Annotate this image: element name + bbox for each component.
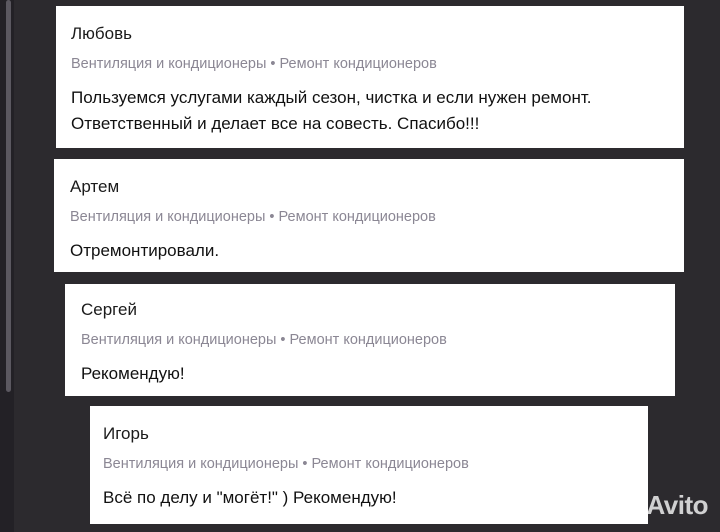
review-category: Вентиляция и кондиционеры • Ремонт конди… (103, 456, 469, 472)
review-author: Артем (70, 177, 120, 196)
review-card: Игорь Вентиляция и кондиционеры • Ремонт… (90, 406, 648, 524)
review-category: Вентиляция и кондиционеры • Ремонт конди… (70, 209, 436, 225)
review-text: Пользуемся услугами каждый сезон, чистка… (71, 85, 670, 137)
review-text-line: Всё по делу и "могёт!" ) Рекомендую! (103, 488, 397, 507)
review-text: Всё по делу и "могёт!" ) Рекомендую! (103, 485, 634, 511)
review-text-line: Отремонтировали. (70, 241, 220, 260)
review-author: Игорь (103, 424, 149, 443)
review-card: Артем Вентиляция и кондиционеры • Ремонт… (54, 159, 684, 272)
avito-logo-icon (606, 488, 641, 522)
left-panel-strip (0, 0, 14, 532)
review-text-line: Пользуемся услугами каждый сезон, чистка… (71, 88, 592, 107)
review-category: Вентиляция и кондиционеры • Ремонт конди… (81, 332, 447, 348)
review-text-line: Рекомендую! (81, 364, 185, 383)
review-text-line: Ответственный и делает все на совесть. С… (71, 114, 480, 133)
review-card: Сергей Вентиляция и кондиционеры • Ремон… (65, 284, 675, 396)
review-card: Любовь Вентиляция и кондиционеры • Ремон… (56, 6, 684, 148)
watermark-text: Avito (646, 489, 708, 520)
review-text: Рекомендую! (81, 361, 661, 387)
review-text: Отремонтировали. (70, 238, 670, 264)
avito-watermark: Avito (606, 488, 708, 522)
scrollbar-thumb[interactable] (6, 0, 11, 392)
review-category: Вентиляция и кондиционеры • Ремонт конди… (71, 56, 437, 72)
review-author: Любовь (71, 24, 132, 43)
review-author: Сергей (81, 300, 137, 319)
